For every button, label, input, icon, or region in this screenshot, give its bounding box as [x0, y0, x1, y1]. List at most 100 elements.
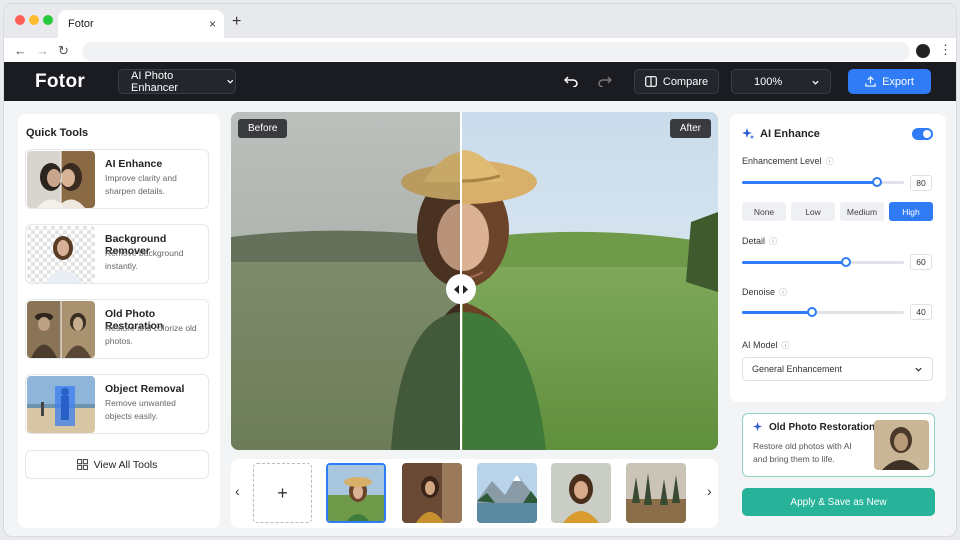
compare-icon: [644, 76, 657, 87]
filmstrip-thumb[interactable]: [402, 463, 462, 523]
redo-icon[interactable]: [598, 75, 612, 87]
ai-enhance-title: AI Enhance: [760, 128, 820, 140]
plus-icon: +: [277, 482, 288, 503]
detail-label: Detail ⓘ: [742, 236, 778, 246]
level-medium-button[interactable]: Medium: [840, 202, 884, 221]
ai-enhance-thumbnail: [27, 151, 95, 208]
after-label: After: [669, 119, 711, 138]
maximize-window-dot[interactable]: [43, 15, 53, 25]
tool-card-object-removal[interactable]: Object Removal Remove unwanted objects e…: [25, 374, 209, 434]
detail-slider[interactable]: [742, 257, 904, 267]
denoise-value[interactable]: 40: [910, 304, 932, 320]
level-high-button[interactable]: High: [889, 202, 933, 221]
quick-tools-title: Quick Tools: [26, 127, 89, 139]
slider-knob[interactable]: [841, 257, 851, 267]
zoom-value: 100%: [754, 75, 783, 88]
filmstrip-thumb[interactable]: [326, 463, 386, 523]
browser-window: Fotor × + ← → ↻ ⋮ Fotor AI Photo Enhance…: [3, 3, 957, 537]
app-header: Fotor AI Photo Enhancer Compare 100% Exp…: [4, 62, 956, 101]
mode-label: AI Photo Enhancer: [131, 69, 179, 94]
ai-model-label: AI Model ⓘ: [742, 340, 790, 350]
view-all-tools-button[interactable]: View All Tools: [25, 450, 209, 479]
fotor-logo[interactable]: Fotor: [35, 71, 85, 93]
detail-value[interactable]: 60: [910, 254, 932, 270]
tab-title: Fotor: [68, 18, 94, 30]
export-label: Export: [882, 75, 914, 88]
before-label: Before: [238, 119, 288, 138]
enhancement-slider[interactable]: [742, 177, 904, 187]
tool-description: Improve clarity and sharpen details.: [105, 173, 177, 196]
ai-model-value: General Enhancement: [752, 364, 843, 374]
undo-icon[interactable]: [564, 75, 578, 87]
grid-icon: [76, 459, 88, 470]
enhancement-value[interactable]: 80: [910, 175, 932, 191]
back-icon[interactable]: ←: [14, 43, 27, 58]
tool-title: Object Removal: [105, 383, 185, 395]
view-all-label: View All Tools: [93, 458, 158, 471]
info-icon: ⓘ: [779, 288, 788, 297]
old-photo-promo-card[interactable]: Old Photo Restoration Restore old photos…: [742, 413, 935, 477]
ai-model-select[interactable]: General Enhancement: [742, 357, 933, 381]
sparkle-icon: [753, 422, 763, 432]
ai-enhance-toggle[interactable]: [912, 128, 933, 140]
photo-before-after: [231, 112, 718, 450]
chevron-down-icon: [915, 367, 922, 372]
chevron-down-icon: [812, 80, 819, 85]
slider-knob[interactable]: [807, 307, 817, 317]
browser-menu-icon[interactable]: ⋮: [939, 42, 952, 58]
quick-tools-panel: Quick Tools AI Enhance Improve clarity a…: [18, 114, 220, 528]
drag-arrows-icon: [454, 284, 468, 294]
filmstrip-next-icon[interactable]: ›: [707, 483, 712, 499]
old-photo-thumbnail: [27, 301, 95, 358]
mode-dropdown[interactable]: AI Photo Enhancer: [118, 69, 236, 94]
url-input[interactable]: [82, 42, 910, 61]
split-handle[interactable]: [446, 274, 476, 304]
level-none-button[interactable]: None: [742, 202, 786, 221]
profile-avatar[interactable]: [916, 44, 930, 58]
filmstrip-thumb[interactable]: [477, 463, 537, 523]
forward-icon[interactable]: →: [36, 43, 49, 58]
minimize-window-dot[interactable]: [29, 15, 39, 25]
apply-save-button[interactable]: Apply & Save as New: [742, 488, 935, 516]
filmstrip-prev-icon[interactable]: ‹: [235, 483, 240, 499]
image-filmstrip: ‹ + ›: [231, 459, 718, 528]
info-icon: ⓘ: [769, 237, 778, 246]
tool-card-old-photo-restoration[interactable]: Old Photo Restoration Restore and colori…: [25, 299, 209, 359]
slider-knob[interactable]: [872, 177, 882, 187]
info-icon: ⓘ: [781, 341, 790, 350]
address-bar: ← → ↻ ⋮: [4, 38, 956, 64]
image-compare-viewer[interactable]: Before After: [231, 112, 718, 450]
object-removal-thumbnail: [27, 376, 95, 433]
enhancement-level-label: Enhancement Level ⓘ: [742, 156, 834, 166]
filmstrip-thumb[interactable]: [626, 463, 686, 523]
background-remover-thumbnail: [27, 226, 95, 283]
new-tab-icon[interactable]: +: [232, 13, 241, 31]
tool-description: Remove background instantly.: [105, 248, 184, 271]
tool-title: AI Enhance: [105, 158, 163, 170]
reload-icon[interactable]: ↻: [58, 43, 69, 59]
close-window-dot[interactable]: [15, 15, 25, 25]
sparkle-icon: [742, 128, 754, 139]
tab-bar: Fotor × +: [4, 4, 956, 38]
info-icon: ⓘ: [825, 157, 834, 166]
promo-title: Old Photo Restoration: [753, 422, 875, 433]
denoise-slider[interactable]: [742, 307, 904, 317]
browser-tab[interactable]: Fotor ×: [58, 10, 224, 38]
ai-enhance-panel: AI Enhance Enhancement Level ⓘ 80 None Lo…: [730, 114, 946, 402]
add-image-button[interactable]: +: [253, 463, 312, 523]
denoise-label: Denoise ⓘ: [742, 287, 788, 297]
ai-enhance-header: AI Enhance: [742, 128, 820, 140]
compare-button[interactable]: Compare: [634, 69, 719, 94]
level-low-button[interactable]: Low: [791, 202, 835, 221]
tool-card-ai-enhance[interactable]: AI Enhance Improve clarity and sharpen d…: [25, 149, 209, 209]
chevron-down-icon: [227, 79, 234, 84]
promo-description: Restore old photos with AI and bring the…: [753, 441, 852, 464]
filmstrip-thumb[interactable]: [551, 463, 611, 523]
zoom-dropdown[interactable]: 100%: [731, 69, 831, 94]
tool-card-background-remover[interactable]: Background Remover Remove background ins…: [25, 224, 209, 284]
tab-close-icon[interactable]: ×: [209, 17, 216, 31]
export-icon: [865, 76, 876, 87]
compare-label: Compare: [662, 75, 709, 88]
export-button[interactable]: Export: [848, 69, 931, 94]
tool-description: Remove unwanted objects easily.: [105, 398, 176, 421]
